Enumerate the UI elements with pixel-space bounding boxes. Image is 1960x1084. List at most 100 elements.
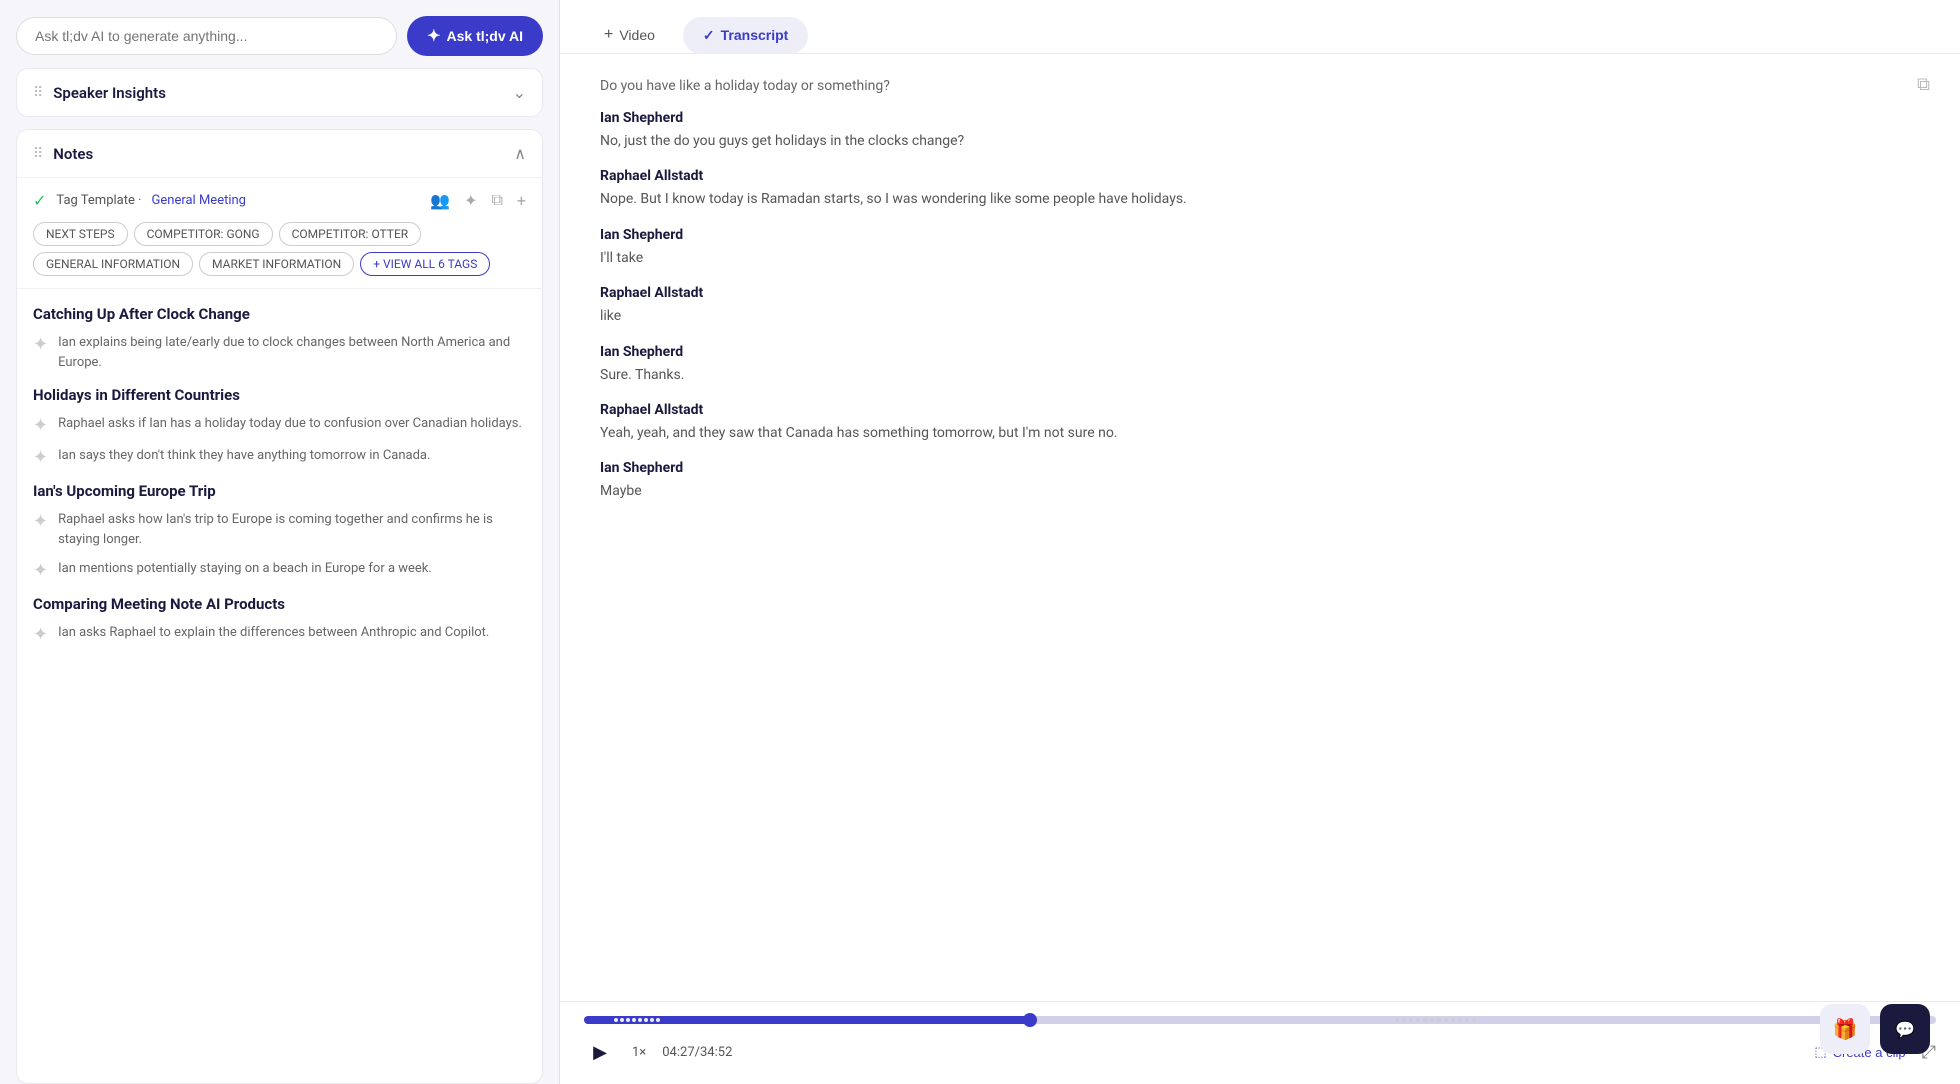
transcript-line: Raphael Allstadt Nope. But I know today … xyxy=(600,168,1920,210)
drag-icon: ⠿ xyxy=(33,85,43,101)
note-bullet-icon: ✦ xyxy=(33,624,48,645)
note-section-title: Comparing Meeting Note AI Products xyxy=(33,595,526,613)
note-item: ✦ Ian asks Raphael to explain the differe… xyxy=(33,623,526,645)
speaker-text: like xyxy=(600,305,1920,327)
chevron-down-icon[interactable]: ⌄ xyxy=(513,83,526,102)
speaker-name: Raphael Allstadt xyxy=(600,168,1920,184)
tab-video-label: Video xyxy=(619,27,655,43)
transcript-question: Do you have like a holiday today or some… xyxy=(600,78,1920,94)
search-wrapper[interactable] xyxy=(16,17,397,55)
transcript-line: Ian Shepherd I'll take xyxy=(600,227,1920,269)
left-panel: ✦ Ask tl;dv AI ⠿ Speaker Insights ⌄ ⠿ No… xyxy=(0,0,560,1084)
toolbar-icons: 👥 ✦ ⧉ + xyxy=(430,190,526,210)
player-bar: ▶ 1× 04:27/34:52 ⬚ Create a clip ⤢ xyxy=(560,1001,1960,1084)
speaker-insights-header[interactable]: ⠿ Speaker Insights ⌄ xyxy=(17,69,542,116)
note-item: ✦ Ian mentions potentially staying on a b… xyxy=(33,559,526,581)
note-item: ✦ Ian says they don't think they have any… xyxy=(33,446,526,468)
tag-badge[interactable]: GENERAL INFORMATION xyxy=(33,252,193,276)
note-section-title: Holidays in Different Countries xyxy=(33,386,526,404)
copy-icon[interactable]: ⧉ xyxy=(491,190,502,210)
ask-btn-label: Ask tl;dv AI xyxy=(447,28,524,44)
tag-template-row: ✓ Tag Template · General Meeting 👥 ✦ ⧉ + xyxy=(33,190,526,210)
speaker-text: No, just the do you guys get holidays in… xyxy=(600,130,1920,152)
speaker-name: Ian Shepherd xyxy=(600,344,1920,360)
notes-toolbar: ✓ Tag Template · General Meeting 👥 ✦ ⧉ +… xyxy=(17,178,542,289)
tab-video[interactable]: + Video xyxy=(584,16,675,54)
copy-transcript-icon[interactable]: ⧉ xyxy=(1917,74,1930,95)
speaker-text: Sure. Thanks. xyxy=(600,364,1920,386)
speaker-insights-header-left: ⠿ Speaker Insights xyxy=(33,84,166,102)
tag-badge[interactable]: COMPETITOR: GONG xyxy=(134,222,273,246)
player-controls: ▶ 1× 04:27/34:52 ⬚ Create a clip ⤢ xyxy=(584,1024,1936,1084)
right-panel: + Video ✓ Transcript ⧉ Do you have like … xyxy=(560,0,1960,1084)
tag-badge[interactable]: + VIEW ALL 6 TAGS xyxy=(360,252,490,276)
green-check-icon: ✓ xyxy=(33,191,46,210)
floating-buttons: 🎁 💬 xyxy=(1820,1004,1930,1054)
tab-bar: + Video ✓ Transcript xyxy=(560,0,1960,54)
note-item: ✦ Raphael asks how Ian's trip to Europe i… xyxy=(33,510,526,549)
note-bullet-icon: ✦ xyxy=(33,447,48,468)
tag-badge[interactable]: NEXT STEPS xyxy=(33,222,128,246)
note-text: Ian asks Raphael to explain the differen… xyxy=(58,623,489,643)
search-row: ✦ Ask tl;dv AI xyxy=(16,16,543,56)
notes-chevron-up-icon[interactable]: ∧ xyxy=(514,144,526,163)
tag-template-prefix: Tag Template · xyxy=(56,193,141,208)
note-text: Ian explains being late/early due to clo… xyxy=(58,333,526,372)
chat-icon: 💬 xyxy=(1895,1020,1915,1039)
speaker-name: Raphael Allstadt xyxy=(600,402,1920,418)
progress-track[interactable] xyxy=(584,1016,1936,1024)
current-time: 04:27 xyxy=(662,1045,694,1060)
note-bullet-icon: ✦ xyxy=(33,511,48,532)
transcript-content: ⧉ Do you have like a holiday today or so… xyxy=(560,54,1960,1001)
notes-content: Catching Up After Clock Change✦Ian expla… xyxy=(17,289,542,1083)
transcript-line: Raphael Allstadt like xyxy=(600,285,1920,327)
speed-badge[interactable]: 1× xyxy=(632,1045,646,1060)
transcript-line: Do you have like a holiday today or some… xyxy=(600,78,1920,94)
total-time: 34:52 xyxy=(700,1045,732,1060)
speaker-text: Yeah, yeah, and they saw that Canada has… xyxy=(600,422,1920,444)
note-bullet-icon: ✦ xyxy=(33,560,48,581)
magic-icon[interactable]: ✦ xyxy=(464,191,477,210)
notes-header: ⠿ Notes ∧ xyxy=(17,130,542,178)
speaker-text: Nope. But I know today is Ramadan starts… xyxy=(600,188,1920,210)
ask-tldv-button[interactable]: ✦ Ask tl;dv AI xyxy=(407,16,543,56)
star-icon: ✦ xyxy=(427,26,440,46)
transcript-line: Ian Shepherd No, just the do you guys ge… xyxy=(600,110,1920,152)
notes-drag-icon: ⠿ xyxy=(33,146,43,162)
add-icon[interactable]: + xyxy=(517,191,526,210)
transcript-line: Raphael Allstadt Yeah, yeah, and they sa… xyxy=(600,402,1920,444)
gift-button[interactable]: 🎁 xyxy=(1820,1004,1870,1054)
speaker-name: Ian Shepherd xyxy=(600,227,1920,243)
tab-transcript[interactable]: ✓ Transcript xyxy=(683,17,808,54)
notes-card: ⠿ Notes ∧ ✓ Tag Template · General Meeti… xyxy=(16,129,543,1084)
waveform-right xyxy=(1395,1018,1476,1022)
chat-button[interactable]: 💬 xyxy=(1880,1004,1930,1054)
transcript-line: Ian Shepherd Maybe xyxy=(600,460,1920,502)
play-button[interactable]: ▶ xyxy=(584,1036,616,1068)
speaker-name: Raphael Allstadt xyxy=(600,285,1920,301)
plus-icon: + xyxy=(604,26,613,44)
progress-thumb[interactable] xyxy=(1023,1013,1037,1027)
note-item: ✦Ian explains being late/early due to cl… xyxy=(33,333,526,372)
note-bullet-icon: ✦ xyxy=(33,415,48,436)
speaker-name: Ian Shepherd xyxy=(600,110,1920,126)
waveform-left xyxy=(614,1018,660,1022)
check-icon: ✓ xyxy=(703,27,715,44)
speaker-insights-title: Speaker Insights xyxy=(53,84,166,102)
note-text: Raphael asks if Ian has a holiday today … xyxy=(58,414,522,434)
speaker-text: Maybe xyxy=(600,480,1920,502)
note-text: Raphael asks how Ian's trip to Europe is… xyxy=(58,510,526,549)
tag-template-link[interactable]: General Meeting xyxy=(152,193,246,208)
note-text: Ian mentions potentially staying on a be… xyxy=(58,559,432,579)
tags-row: NEXT STEPSCOMPETITOR: GONGCOMPETITOR: OT… xyxy=(33,222,526,276)
search-input[interactable] xyxy=(35,28,378,44)
gift-icon: 🎁 xyxy=(1833,1017,1858,1041)
transcript-line: Ian Shepherd Sure. Thanks. xyxy=(600,344,1920,386)
people-icon[interactable]: 👥 xyxy=(430,191,450,210)
tag-badge[interactable]: MARKET INFORMATION xyxy=(199,252,354,276)
note-text: Ian says they don't think they have anyt… xyxy=(58,446,430,466)
note-section-title: Catching Up After Clock Change xyxy=(33,305,526,323)
notes-title: Notes xyxy=(53,145,93,163)
speaker-insights-card: ⠿ Speaker Insights ⌄ xyxy=(16,68,543,117)
tag-badge[interactable]: COMPETITOR: OTTER xyxy=(279,222,422,246)
